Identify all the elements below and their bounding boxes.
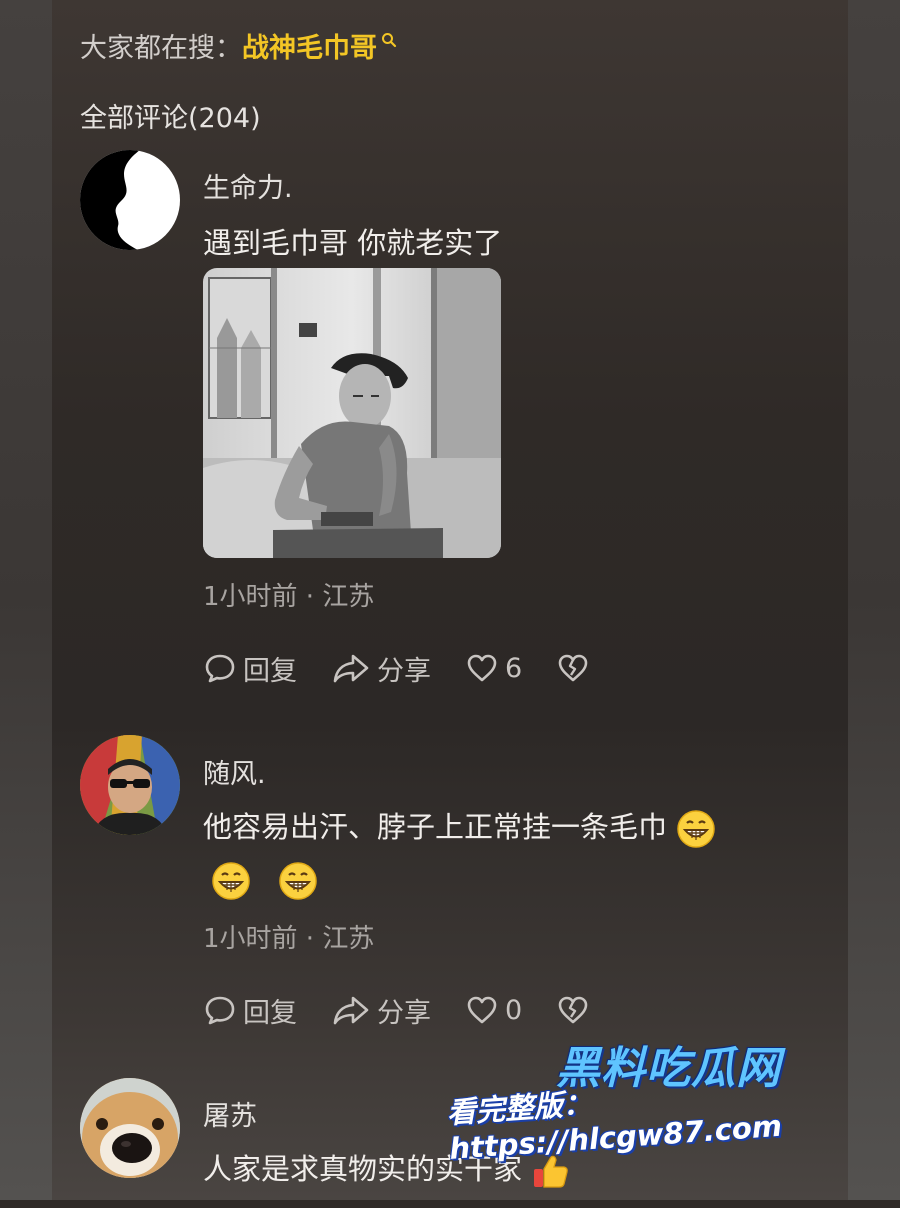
comment-username[interactable]: 屠苏 — [203, 1094, 257, 1133]
reply-bubble-icon — [205, 996, 235, 1025]
comment-meta: 1小时前 · 江苏 — [203, 924, 375, 954]
comment-emoji-line — [203, 852, 318, 906]
comments-count-title: 全部评论(204) — [80, 103, 261, 134]
dislike-button[interactable] — [556, 651, 596, 685]
share-arrow-icon — [333, 654, 369, 683]
comment-text: 他容易出汗、脖子上正常挂一条毛巾 — [203, 800, 716, 854]
comment-photo[interactable] — [203, 268, 501, 558]
reply-bubble-icon — [205, 654, 235, 683]
like-button[interactable]: 6 — [465, 651, 522, 685]
share-arrow-icon — [333, 996, 369, 1025]
left-edge-strip — [0, 0, 52, 1200]
heart-icon — [467, 654, 497, 682]
trending-keyword[interactable]: 战神毛巾哥 — [242, 33, 377, 64]
share-button[interactable]: 分享 — [331, 991, 431, 1030]
grinning-emoji-icon — [211, 861, 251, 901]
avatar[interactable] — [80, 150, 180, 250]
comment-meta: 1小时前 · 江苏 — [203, 582, 375, 612]
comment-actions: 回复 分享 0 — [203, 990, 630, 1030]
share-button[interactable]: 分享 — [331, 649, 431, 688]
comment-actions: 回复 分享 6 — [203, 648, 630, 688]
search-icon — [381, 24, 397, 55]
avatar[interactable] — [80, 1078, 180, 1178]
avatar[interactable] — [80, 735, 180, 835]
share-label: 分享 — [377, 997, 431, 1029]
dog-avatar-icon — [80, 1078, 180, 1178]
comment-username[interactable]: 随风. — [203, 752, 266, 791]
comment-text-line: 他容易出汗、脖子上正常挂一条毛巾 — [203, 810, 668, 844]
reply-button[interactable]: 回复 — [203, 991, 297, 1030]
reply-label: 回复 — [243, 655, 297, 687]
heart-icon — [467, 996, 497, 1024]
silhouette-avatar-icon — [80, 150, 140, 250]
like-count: 6 — [505, 652, 523, 684]
trending-search[interactable]: 大家都在搜：战神毛巾哥 — [80, 26, 397, 65]
broken-heart-icon — [558, 654, 588, 682]
reply-button[interactable]: 回复 — [203, 649, 297, 688]
dislike-button[interactable] — [556, 993, 596, 1027]
comment-text: 遇到毛巾哥 你就老实了 — [203, 226, 503, 260]
broken-heart-icon — [558, 996, 588, 1024]
user-photo-avatar-icon — [80, 735, 180, 835]
grinning-emoji-icon — [278, 861, 318, 901]
right-edge-strip — [848, 0, 900, 1200]
like-count: 0 — [505, 994, 523, 1026]
trending-prefix: 大家都在搜： — [80, 33, 242, 64]
like-button[interactable]: 0 — [465, 993, 522, 1027]
reply-label: 回复 — [243, 997, 297, 1029]
grinning-emoji-icon — [676, 809, 716, 849]
share-label: 分享 — [377, 655, 431, 687]
comment-username[interactable]: 生命力. — [203, 166, 293, 205]
